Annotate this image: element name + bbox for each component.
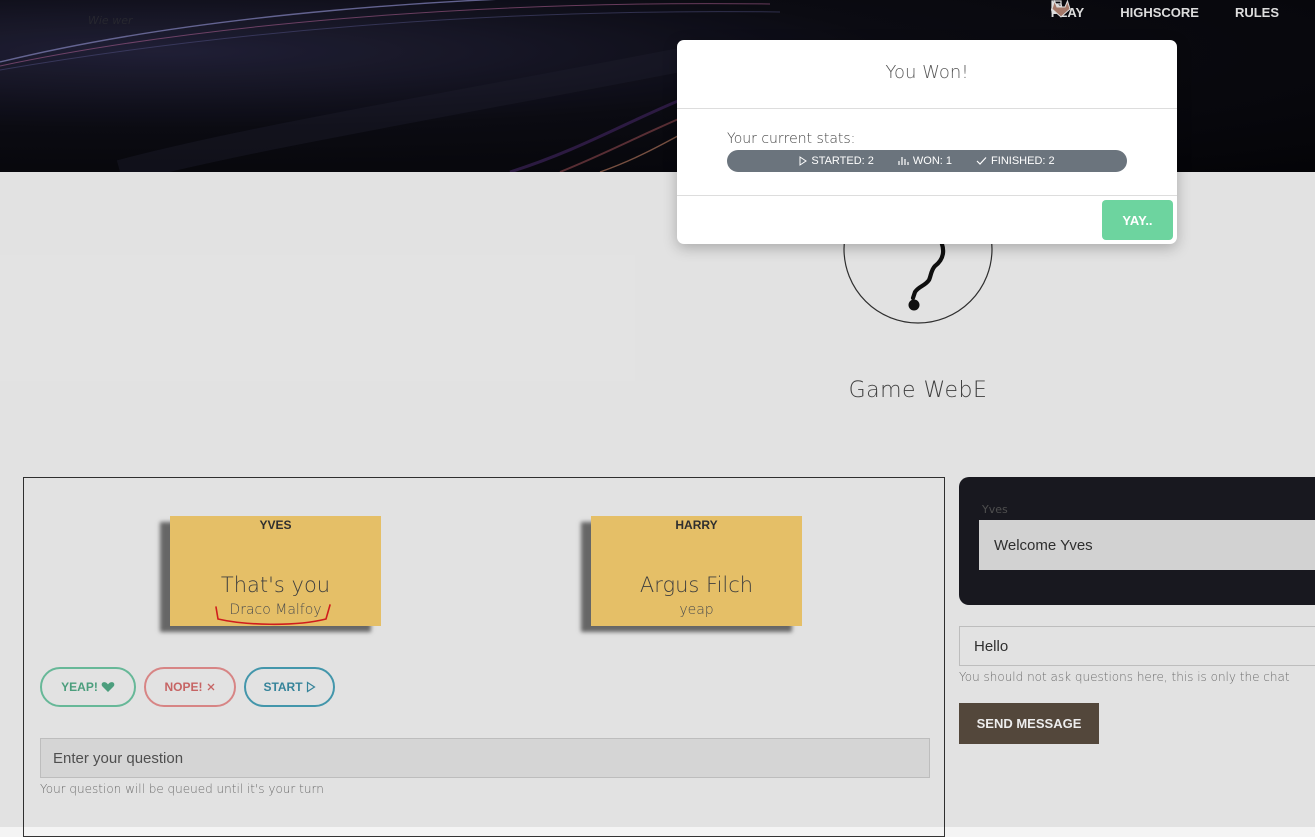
play-icon: [799, 156, 808, 166]
checkmark-icon: [976, 157, 987, 165]
stat-won: WON: 1: [898, 155, 952, 167]
stat-won-text: WON: 1: [912, 155, 953, 167]
modal-divider: [677, 108, 1177, 109]
modal-divider: [677, 195, 1177, 196]
stat-finished-text: FINISHED: 2: [991, 155, 1055, 167]
stats-label: Your current stats:: [727, 131, 856, 147]
stat-started: STARTED: 2: [799, 155, 874, 167]
stats-bar: STARTED: 2 WON: 1 FINISHED: 2: [727, 150, 1127, 172]
modal-title: You Won!: [885, 62, 969, 83]
bar-chart-icon: [898, 157, 909, 165]
win-modal: You Won! Your current stats: STARTED: 2 …: [677, 40, 1177, 244]
stat-started-text: STARTED: 2: [811, 155, 874, 167]
yay-button[interactable]: YAY..: [1102, 200, 1173, 240]
stat-finished: FINISHED: 2: [976, 155, 1055, 167]
